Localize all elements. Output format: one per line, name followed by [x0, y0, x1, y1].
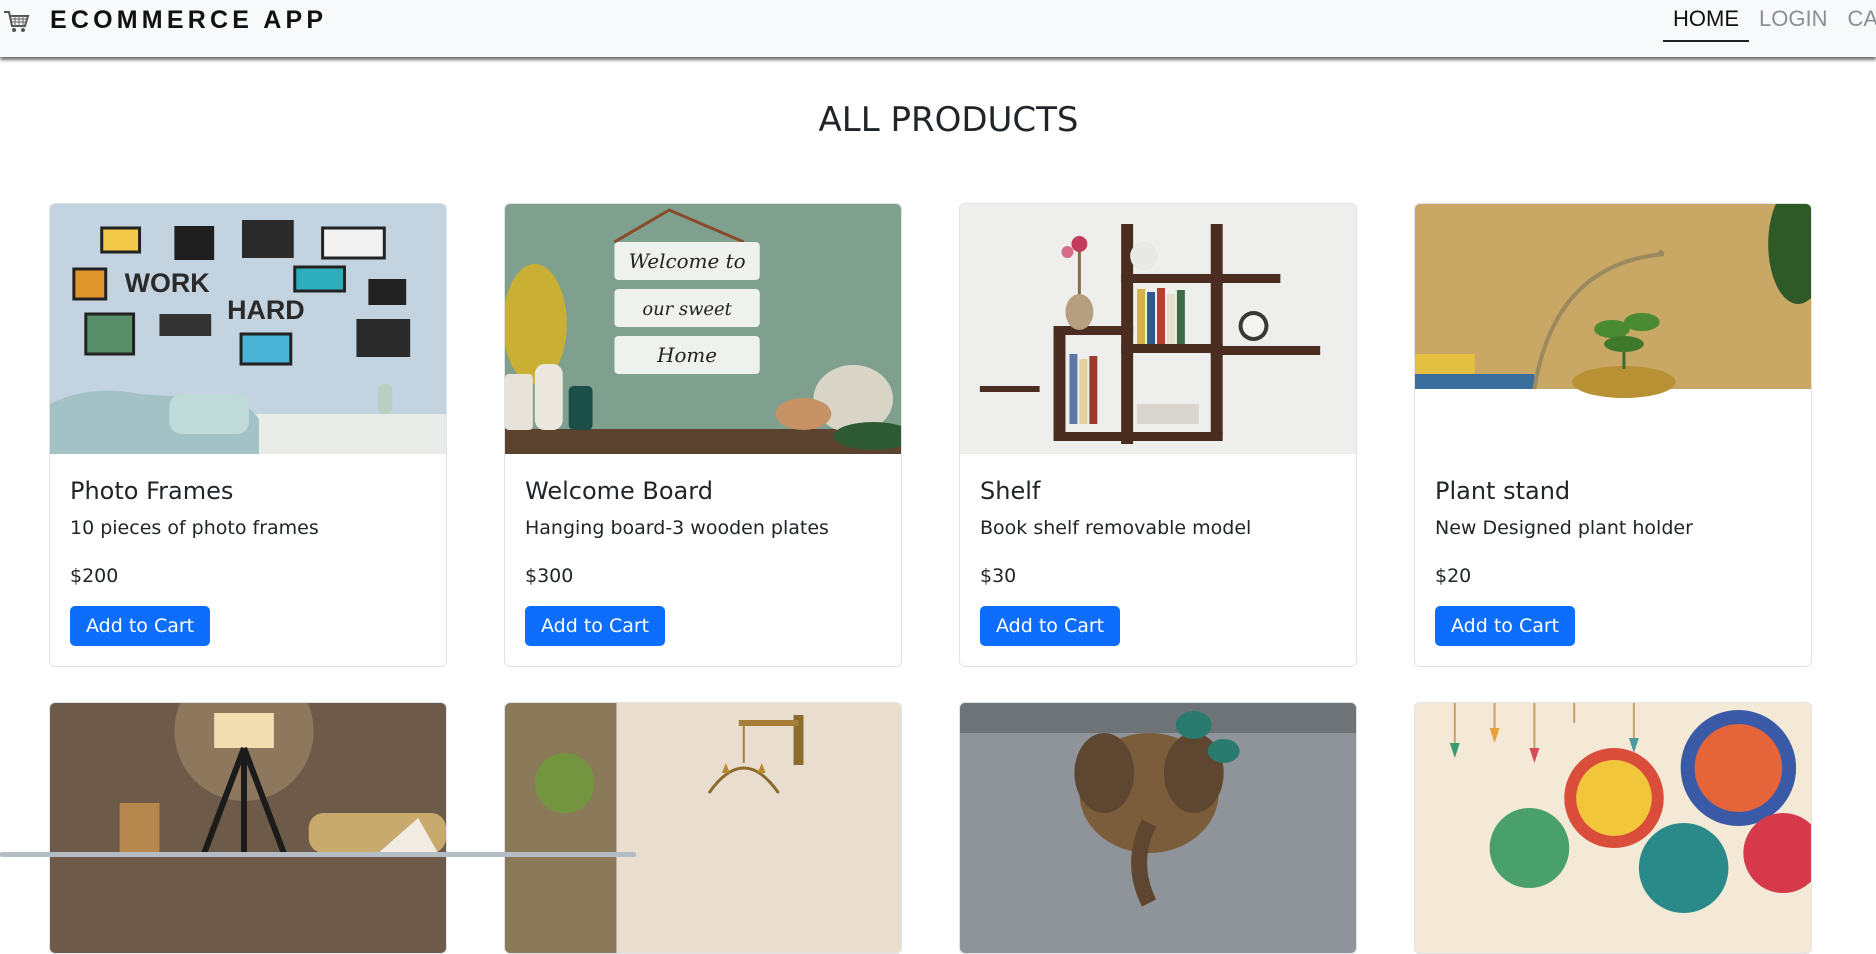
product-image-plant-stand	[1415, 204, 1811, 454]
product-description: New Designed plant holder	[1435, 517, 1693, 539]
product-title: Photo Frames	[70, 477, 234, 505]
product-description: 10 pieces of photo frames	[70, 517, 319, 539]
product-description: Hanging board-3 wooden plates	[525, 517, 829, 539]
product-image-photo-frames: WORK HARD	[50, 204, 446, 454]
svg-text:Home: Home	[656, 343, 717, 367]
add-to-cart-button[interactable]: Add to Cart	[1435, 606, 1576, 646]
nav-home-link[interactable]: HOME	[1663, 0, 1749, 42]
nav-login-link[interactable]: LOGIN	[1749, 0, 1837, 42]
product-image-welcome-board: Welcome to our sweet Home	[505, 204, 901, 454]
shopping-cart-icon	[4, 10, 30, 32]
product-image-shelf	[960, 204, 1356, 454]
product-image-floor-lamp	[50, 703, 446, 953]
nav-cart-link[interactable]: CART	[1837, 0, 1876, 42]
product-price: $200	[70, 565, 119, 587]
svg-text:HARD: HARD	[227, 295, 305, 325]
add-to-cart-button[interactable]: Add to Cart	[70, 606, 211, 646]
svg-text:WORK: WORK	[125, 268, 211, 298]
brand-title: ECOMMERCE APP	[50, 6, 328, 34]
product-image-wall-bell	[505, 703, 901, 953]
product-price: $20	[1435, 565, 1472, 587]
nav-links: HOME LOGIN CART	[1663, 0, 1876, 48]
product-card	[504, 702, 902, 954]
horizontal-scrollbar[interactable]	[0, 852, 636, 857]
product-title: Welcome Board	[525, 477, 713, 505]
product-card	[49, 702, 447, 954]
product-card: Plant stand New Designed plant holder $2…	[1414, 203, 1812, 667]
product-price: $30	[980, 565, 1017, 587]
product-title: Plant stand	[1435, 477, 1571, 505]
product-card: WORK HARD Photo Frames 10 pieces of phot…	[49, 203, 447, 667]
product-price: $300	[525, 565, 574, 587]
product-card	[959, 702, 1357, 954]
product-image-ganesha-idol	[960, 703, 1356, 953]
product-description: Book shelf removable model	[980, 517, 1252, 539]
svg-text:Welcome to: Welcome to	[629, 249, 746, 273]
product-image-decorative-plates	[1415, 703, 1811, 953]
product-card	[1414, 702, 1812, 954]
add-to-cart-button[interactable]: Add to Cart	[525, 606, 666, 646]
brand[interactable]: ECOMMERCE APP	[2, 6, 327, 35]
page-title: ALL PRODUCTS	[818, 100, 1079, 140]
add-to-cart-button[interactable]: Add to Cart	[980, 606, 1121, 646]
product-card: Shelf Book shelf removable model $30 Add…	[959, 203, 1357, 667]
svg-text:our sweet: our sweet	[642, 299, 732, 320]
product-card: Welcome to our sweet Home Welcome Board …	[504, 203, 902, 667]
navbar: ECOMMERCE APP HOME LOGIN CART	[0, 0, 1876, 57]
product-title: Shelf	[980, 477, 1041, 505]
